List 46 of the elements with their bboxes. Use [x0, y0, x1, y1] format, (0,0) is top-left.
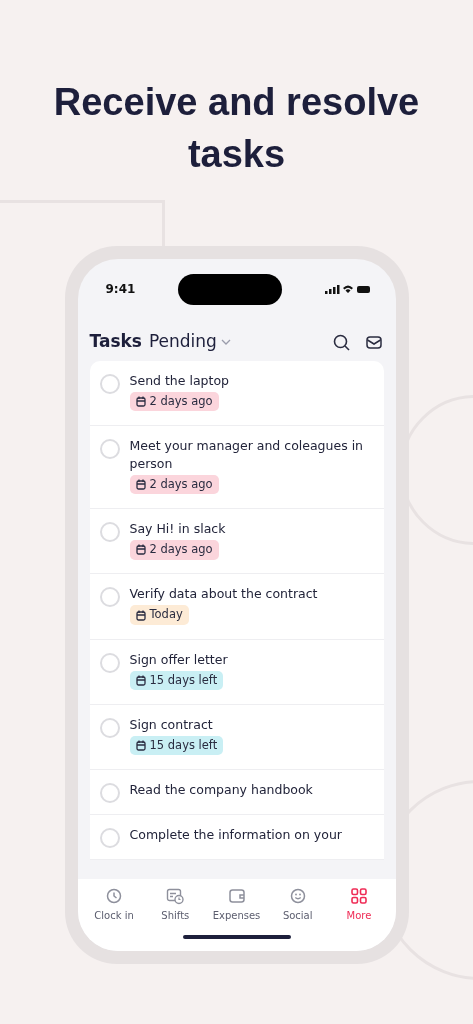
tab-bar-item[interactable]: Social [267, 887, 329, 923]
task-checkbox[interactable] [99, 522, 120, 543]
smiley-icon [288, 887, 307, 905]
task-title: Read the company handbook [129, 780, 313, 799]
calendar-clock-icon [166, 887, 185, 905]
wallet-icon [227, 887, 246, 905]
task-checkbox[interactable] [99, 374, 120, 394]
task-title: Send the laptop [129, 372, 229, 390]
tab-bar-item[interactable]: More [328, 887, 390, 923]
task-checkbox[interactable] [99, 782, 120, 803]
due-date-tag: Today [129, 605, 189, 625]
calendar-icon [135, 674, 146, 686]
task-title: Sign offer letter [129, 650, 228, 669]
task-title: Meet your manager and coleagues in person [129, 437, 365, 474]
task-title: Sign contract [129, 715, 214, 734]
due-date-tag: 2 days ago [129, 475, 219, 495]
task-title: Verify data about the contract [129, 585, 318, 604]
mail-icon[interactable] [365, 335, 382, 349]
calendar-icon [135, 609, 146, 621]
task-title: Say Hi! in slack [129, 520, 226, 539]
caret-icon [220, 339, 231, 345]
task-checkbox[interactable] [99, 827, 120, 848]
task-title: Complete the information on your [129, 825, 342, 844]
calendar-icon [135, 479, 146, 491]
clock-time: 9:41 [105, 281, 136, 298]
tab-bar-item[interactable]: Shifts [144, 887, 206, 923]
calendar-icon [135, 739, 146, 751]
tab-bar-item[interactable]: Clock in [83, 887, 145, 923]
task-checkbox[interactable] [99, 652, 120, 673]
screen-title: Tasks [89, 330, 142, 354]
due-date-tag: 2 days ago [129, 540, 219, 560]
headline: Receive and resolve tasks [52, 80, 421, 177]
filter-dropdown[interactable]: Pending [141, 329, 231, 355]
status-icons [325, 283, 372, 295]
calendar-icon [135, 544, 146, 556]
task-checkbox[interactable] [99, 587, 120, 608]
calendar-icon [135, 396, 146, 408]
grid-icon [349, 887, 368, 905]
due-date-tag: 15 days left [129, 735, 224, 755]
search-icon[interactable] [332, 333, 350, 351]
clock-icon [105, 887, 124, 905]
task-checkbox[interactable] [99, 717, 120, 738]
due-date-tag: 2 days ago [129, 392, 219, 412]
task-checkbox[interactable] [99, 439, 120, 460]
due-date-tag: 15 days left [129, 670, 224, 690]
tab-bar-item[interactable]: Expenses [205, 887, 268, 923]
